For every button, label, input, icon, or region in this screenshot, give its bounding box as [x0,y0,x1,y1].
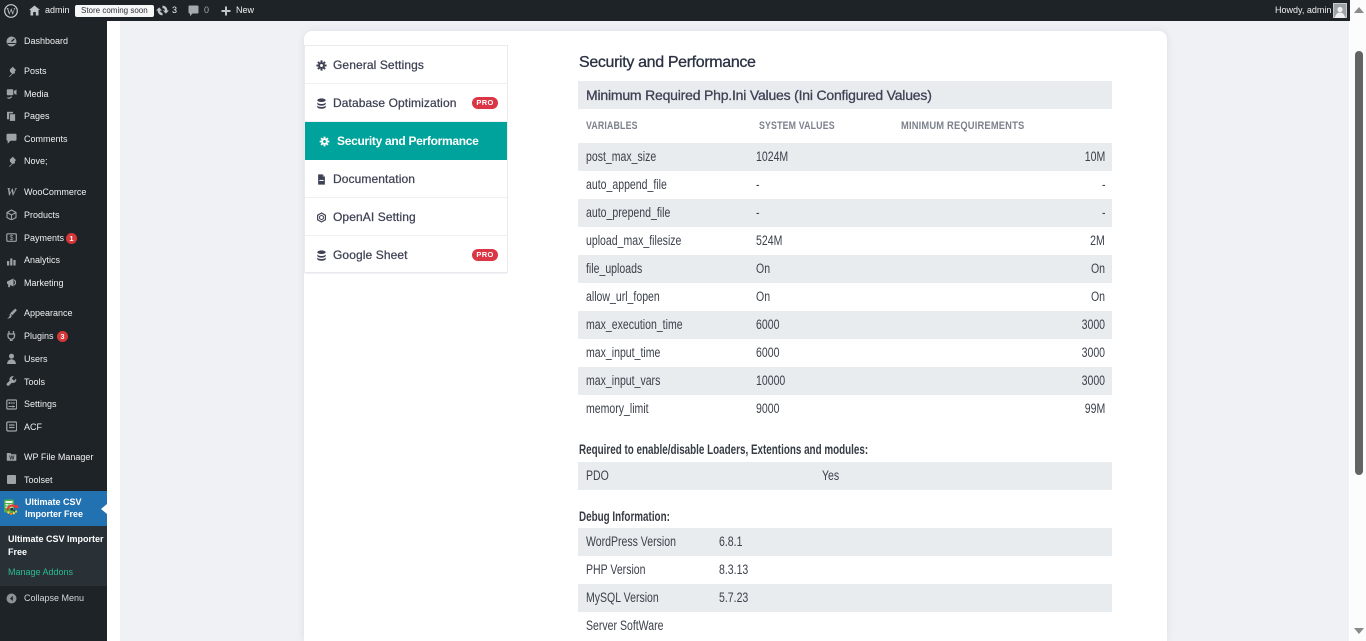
svg-text:W: W [7,7,16,17]
svg-text:$: $ [10,235,14,242]
svg-text:W: W [6,187,17,198]
svg-text:W: W [9,456,15,462]
